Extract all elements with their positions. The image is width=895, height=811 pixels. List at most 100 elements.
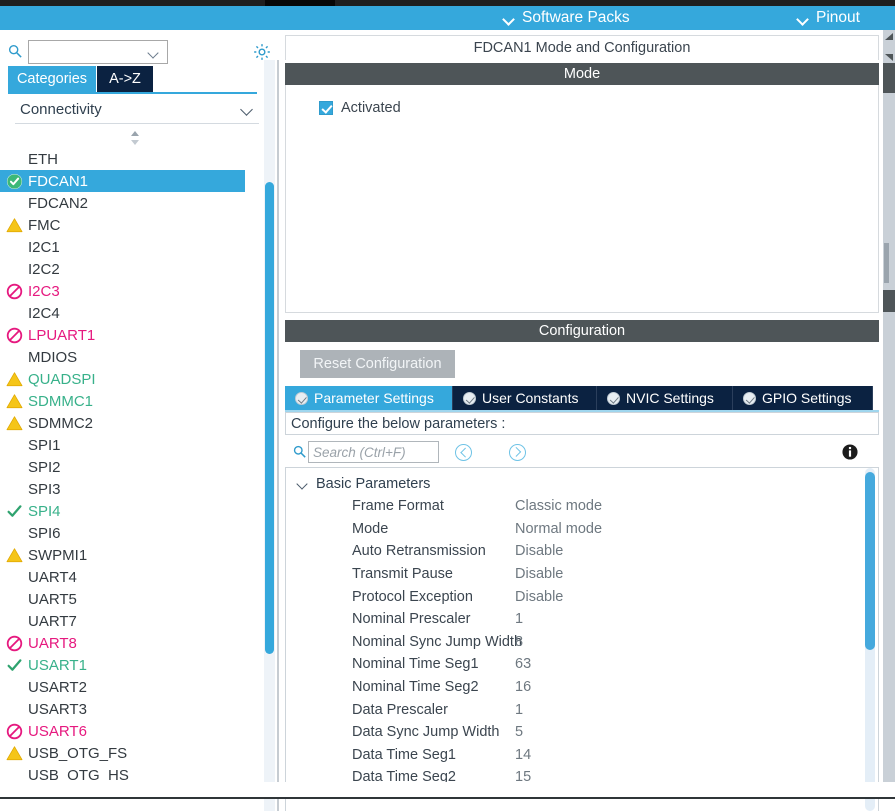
menu-pinout[interactable]: Pinout bbox=[798, 6, 860, 30]
sidebar-item-swpmi1[interactable]: SWPMI1 bbox=[0, 544, 279, 566]
search-previous-button[interactable] bbox=[455, 444, 472, 461]
window-scrollbar-segment-mid bbox=[883, 290, 895, 312]
sidebar-item-label: QUADSPI bbox=[28, 370, 96, 388]
sidebar-item-eth[interactable]: ETH bbox=[0, 148, 279, 170]
parameter-value: 8 bbox=[515, 633, 524, 650]
tab-a-to-z[interactable]: A->Z bbox=[97, 66, 153, 92]
sidebar-item-i2c4[interactable]: I2C4 bbox=[0, 302, 279, 324]
sidebar-item-uart5[interactable]: UART5 bbox=[0, 588, 279, 610]
panel-divider[interactable] bbox=[277, 60, 279, 811]
parameter-row[interactable]: Nominal Time Seg1 63 bbox=[286, 653, 878, 676]
reset-configuration-button[interactable]: Reset Configuration bbox=[300, 350, 455, 378]
sidebar-item-fdcan2[interactable]: FDCAN2 bbox=[0, 192, 279, 214]
sidebar-item-lpuart1[interactable]: LPUART1 bbox=[0, 324, 279, 346]
sidebar-item-spi4[interactable]: SPI4 bbox=[0, 500, 279, 522]
parameter-row[interactable]: Data Prescaler 1 bbox=[286, 698, 878, 721]
sidebar-item-usart2[interactable]: USART2 bbox=[0, 676, 279, 698]
sidebar-item-uart4[interactable]: UART4 bbox=[0, 566, 279, 588]
search-next-button[interactable] bbox=[509, 444, 526, 461]
sidebar-item-usart1[interactable]: USART1 bbox=[0, 654, 279, 676]
sidebar-item-usb_otg_fs[interactable]: USB_OTG_FS bbox=[0, 742, 279, 764]
parameter-name: Transmit Pause bbox=[352, 566, 453, 583]
sidebar-item-spi1[interactable]: SPI1 bbox=[0, 434, 279, 456]
parameter-row[interactable]: Nominal Sync Jump Width 8 bbox=[286, 631, 878, 654]
scroll-down-arrow-icon[interactable] bbox=[883, 50, 895, 62]
parameter-group-basic-parameters[interactable]: Basic Parameters bbox=[286, 473, 878, 495]
window-bottom-rule bbox=[0, 797, 895, 799]
sidebar-item-i2c2[interactable]: I2C2 bbox=[0, 258, 279, 280]
search-input[interactable] bbox=[308, 441, 439, 463]
parameter-value: 14 bbox=[515, 746, 532, 763]
warning-triangle-icon bbox=[6, 746, 23, 761]
sidebar-item-spi3[interactable]: SPI3 bbox=[0, 478, 279, 500]
configuration-tabs: Parameter Settings User Constants NVIC Set… bbox=[285, 386, 879, 412]
parameter-value: Disable bbox=[515, 543, 564, 560]
tab-nvic-settings[interactable]: NVIC Settings bbox=[597, 386, 733, 410]
parameter-row[interactable]: Mode Normal mode bbox=[286, 518, 878, 541]
sidebar-item-uart7[interactable]: UART7 bbox=[0, 610, 279, 632]
parameter-row[interactable]: Auto Retransmission Disable bbox=[286, 540, 878, 563]
window-bottom-fill bbox=[0, 782, 895, 797]
category-group-divider bbox=[15, 123, 259, 124]
parameter-row[interactable]: Nominal Prescaler 1 bbox=[286, 608, 878, 631]
activated-checkbox[interactable] bbox=[319, 101, 333, 115]
sidebar-item-mdios[interactable]: MDIOS bbox=[0, 346, 279, 368]
activated-checkbox-row[interactable]: Activated bbox=[319, 100, 401, 116]
parameter-row[interactable]: Frame Format Classic mode bbox=[286, 495, 878, 518]
sidebar-item-fdcan1[interactable]: FDCAN1 bbox=[0, 170, 245, 192]
sidebar-item-label: SWPMI1 bbox=[28, 546, 88, 564]
menu-software-packs[interactable]: Software Packs bbox=[504, 6, 630, 30]
info-icon[interactable] bbox=[841, 443, 859, 461]
parameter-name: Data Prescaler bbox=[352, 701, 448, 718]
tab-categories[interactable]: Categories bbox=[8, 66, 96, 92]
warning-triangle-icon bbox=[6, 394, 23, 409]
parameter-name: Auto Retransmission bbox=[352, 543, 486, 560]
sidebar-item-fmc[interactable]: FMC bbox=[0, 214, 279, 236]
parameter-row[interactable]: Transmit Pause Disable bbox=[286, 563, 878, 586]
window-scrollbar-track[interactable] bbox=[883, 30, 895, 782]
forbidden-icon bbox=[6, 723, 23, 740]
sidebar-item-i2c1[interactable]: I2C1 bbox=[0, 236, 279, 258]
peripheral-search-combo[interactable] bbox=[28, 40, 168, 64]
parameter-row[interactable]: Nominal Time Seg2 16 bbox=[286, 676, 878, 699]
parameter-row[interactable]: Data Sync Jump Width 5 bbox=[286, 721, 878, 744]
scroll-up-arrow-icon[interactable] bbox=[883, 32, 895, 44]
sidebar-item-usart6[interactable]: USART6 bbox=[0, 720, 279, 742]
mode-section-body: Activated bbox=[285, 85, 879, 313]
sidebar-item-spi2[interactable]: SPI2 bbox=[0, 456, 279, 478]
mode-section-header: Mode bbox=[285, 63, 879, 85]
sidebar-scrollbar-thumb[interactable] bbox=[265, 182, 274, 654]
sidebar-item-label: SPI6 bbox=[28, 524, 61, 542]
parameter-row[interactable]: Data Time Seg1 14 bbox=[286, 744, 878, 767]
tab-parameter-settings[interactable]: Parameter Settings bbox=[285, 386, 453, 410]
parameter-value: 5 bbox=[515, 724, 524, 741]
configuration-section-header: Configuration bbox=[285, 320, 879, 342]
sidebar-item-uart8[interactable]: UART8 bbox=[0, 632, 279, 654]
parameter-tree[interactable]: Basic Parameters Frame Format Classic mode… bbox=[285, 467, 879, 811]
sidebar-item-label: I2C2 bbox=[28, 260, 60, 278]
sidebar-item-spi6[interactable]: SPI6 bbox=[0, 522, 279, 544]
sidebar-item-i2c3[interactable]: I2C3 bbox=[0, 280, 279, 302]
peripheral-list[interactable]: ETH FDCAN1 FDCAN2 FMC I2C1 I2C2 I2C3 I2C4 LPUART… bbox=[0, 148, 279, 808]
gear-icon[interactable] bbox=[252, 42, 272, 62]
tab-user-constants[interactable]: User Constants bbox=[453, 386, 597, 410]
window-scrollbar-segment-top bbox=[883, 63, 895, 93]
sidebar-item-sdmmc2[interactable]: SDMMC2 bbox=[0, 412, 279, 434]
sidebar-item-usart3[interactable]: USART3 bbox=[0, 698, 279, 720]
window-scrollbar-thumb[interactable] bbox=[884, 243, 889, 283]
parameter-scrollbar-thumb[interactable] bbox=[865, 472, 875, 650]
parameter-row[interactable]: Protocol Exception Disable bbox=[286, 585, 878, 608]
sidebar-item-label: LPUART1 bbox=[28, 326, 96, 344]
sidebar-item-label: USART3 bbox=[28, 700, 87, 718]
tab-gpio-settings[interactable]: GPIO Settings bbox=[733, 386, 873, 410]
sort-toggle-icon[interactable] bbox=[128, 130, 142, 146]
chevron-down-icon bbox=[798, 15, 809, 22]
sidebar-item-quadspi[interactable]: QUADSPI bbox=[0, 368, 279, 390]
tab-status-check-icon bbox=[463, 391, 476, 405]
category-group-connectivity[interactable]: Connectivity bbox=[20, 96, 259, 122]
sidebar-item-sdmmc1[interactable]: SDMMC1 bbox=[0, 390, 279, 412]
sidebar-item-label: MDIOS bbox=[28, 348, 78, 366]
configuration-hint: Configure the below parameters : bbox=[285, 412, 879, 435]
tab-a-to-z-label: A->Z bbox=[109, 71, 141, 87]
sidebar-item-label: SPI2 bbox=[28, 458, 61, 476]
